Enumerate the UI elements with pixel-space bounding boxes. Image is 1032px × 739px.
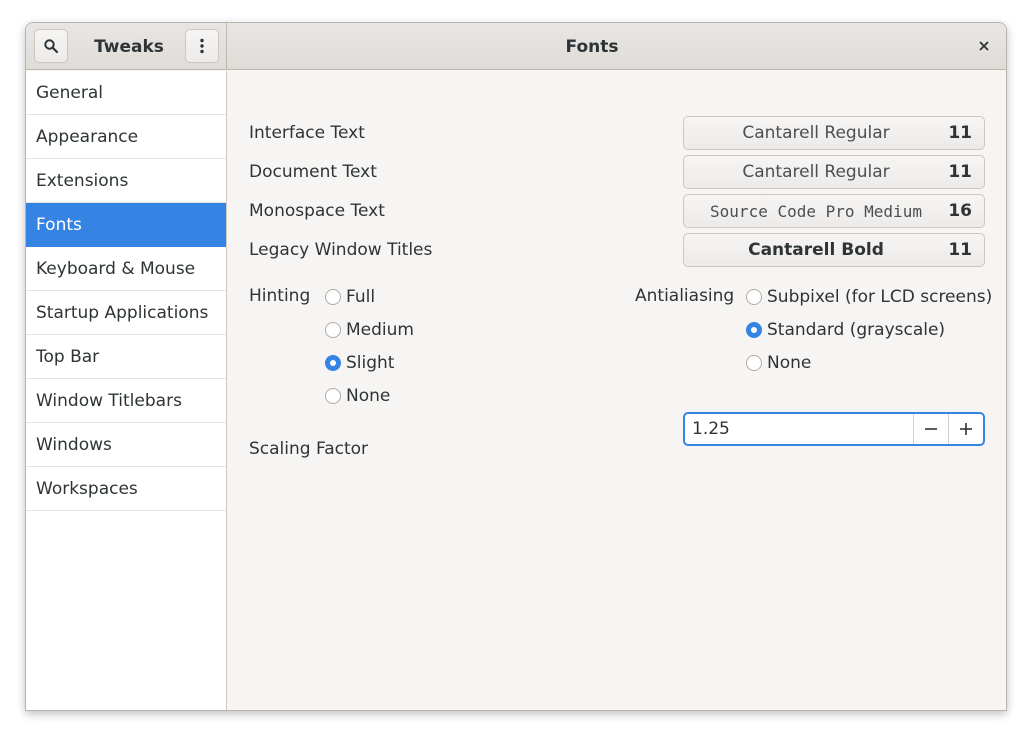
close-icon — [979, 41, 989, 51]
radio-indicator — [746, 289, 762, 305]
sidebar-item-fonts[interactable]: Fonts — [26, 203, 226, 247]
page-title: Fonts — [565, 36, 619, 57]
interface-font-name: Cantarell Regular — [742, 123, 890, 143]
radio-indicator-checked — [746, 322, 762, 338]
close-button[interactable] — [974, 36, 994, 56]
tweaks-window: Tweaks Fonts General Appearance Extensio… — [25, 22, 1007, 711]
sidebar-item-keyboard-mouse[interactable]: Keyboard & Mouse — [26, 247, 226, 291]
antialiasing-label: Antialiasing — [635, 286, 735, 306]
sidebar-item-appearance[interactable]: Appearance — [26, 115, 226, 159]
radio-indicator-checked — [325, 355, 341, 371]
fonts-panel: Interface Text Cantarell Regular 11 Docu… — [228, 71, 1006, 710]
hinting-none-label: None — [346, 386, 391, 406]
sidebar-item-workspaces[interactable]: Workspaces — [26, 467, 226, 511]
app-title: Tweaks — [94, 36, 164, 57]
increase-button[interactable] — [948, 414, 983, 444]
radio-indicator — [746, 355, 762, 371]
hinting-none-radio[interactable]: None — [325, 386, 390, 406]
sidebar-item-window-titlebars[interactable]: Window Titlebars — [26, 379, 226, 423]
sidebar-item-windows[interactable]: Windows — [26, 423, 226, 467]
legacy-titles-label: Legacy Window Titles — [249, 240, 433, 260]
document-font-name: Cantarell Regular — [742, 162, 890, 182]
sidebar-item-general[interactable]: General — [26, 71, 226, 115]
hinting-slight-radio[interactable]: Slight — [325, 353, 394, 373]
sidebar: General Appearance Extensions Fonts Keyb… — [26, 71, 227, 710]
search-button[interactable] — [34, 29, 68, 63]
legacy-titles-font-size: 11 — [948, 240, 972, 260]
hinting-label: Hinting — [249, 286, 311, 306]
sidebar-item-startup-applications[interactable]: Startup Applications — [26, 291, 226, 335]
sidebar-header: Tweaks — [26, 23, 227, 70]
sidebar-item-extensions[interactable]: Extensions — [26, 159, 226, 203]
search-icon — [44, 39, 59, 54]
vertical-ellipsis-icon — [200, 38, 204, 54]
scaling-factor-input[interactable]: 1.25 — [692, 414, 912, 444]
hinting-full-radio[interactable]: Full — [325, 287, 375, 307]
monospace-font-button[interactable]: Source Code Pro Medium 16 — [683, 194, 985, 228]
hinting-medium-label: Medium — [346, 320, 414, 340]
interface-font-size: 11 — [948, 123, 972, 143]
legacy-titles-font-button[interactable]: Cantarell Bold 11 — [683, 233, 985, 267]
document-font-size: 11 — [948, 162, 972, 182]
antialiasing-none-radio[interactable]: None — [746, 353, 811, 373]
minus-icon — [925, 428, 937, 430]
monospace-text-label: Monospace Text — [249, 201, 385, 221]
interface-font-button[interactable]: Cantarell Regular 11 — [683, 116, 985, 150]
antialiasing-standard-label: Standard (grayscale) — [767, 320, 946, 340]
legacy-titles-font-name: Cantarell Bold — [748, 240, 884, 260]
main-menu-button[interactable] — [185, 29, 219, 63]
hinting-full-label: Full — [346, 287, 376, 307]
monospace-font-name: Source Code Pro Medium — [710, 201, 922, 221]
sidebar-item-top-bar[interactable]: Top Bar — [26, 335, 226, 379]
radio-indicator — [325, 322, 341, 338]
antialiasing-subpixel-label: Subpixel (for LCD screens) — [767, 287, 993, 307]
hinting-slight-label: Slight — [346, 353, 395, 373]
document-text-label: Document Text — [249, 162, 377, 182]
document-font-button[interactable]: Cantarell Regular 11 — [683, 155, 985, 189]
radio-indicator — [325, 289, 341, 305]
monospace-font-size: 16 — [948, 201, 972, 221]
scaling-factor-label: Scaling Factor — [249, 439, 369, 459]
antialiasing-standard-radio[interactable]: Standard (grayscale) — [746, 320, 945, 340]
antialiasing-none-label: None — [767, 353, 812, 373]
decrease-button[interactable] — [913, 414, 948, 444]
header-bar: Tweaks Fonts — [26, 23, 1006, 70]
scaling-factor-spinbutton: 1.25 — [683, 412, 985, 446]
antialiasing-subpixel-radio[interactable]: Subpixel (for LCD screens) — [746, 287, 992, 307]
radio-indicator — [325, 388, 341, 404]
interface-text-label: Interface Text — [249, 123, 365, 143]
plus-icon — [960, 423, 972, 435]
hinting-medium-radio[interactable]: Medium — [325, 320, 414, 340]
